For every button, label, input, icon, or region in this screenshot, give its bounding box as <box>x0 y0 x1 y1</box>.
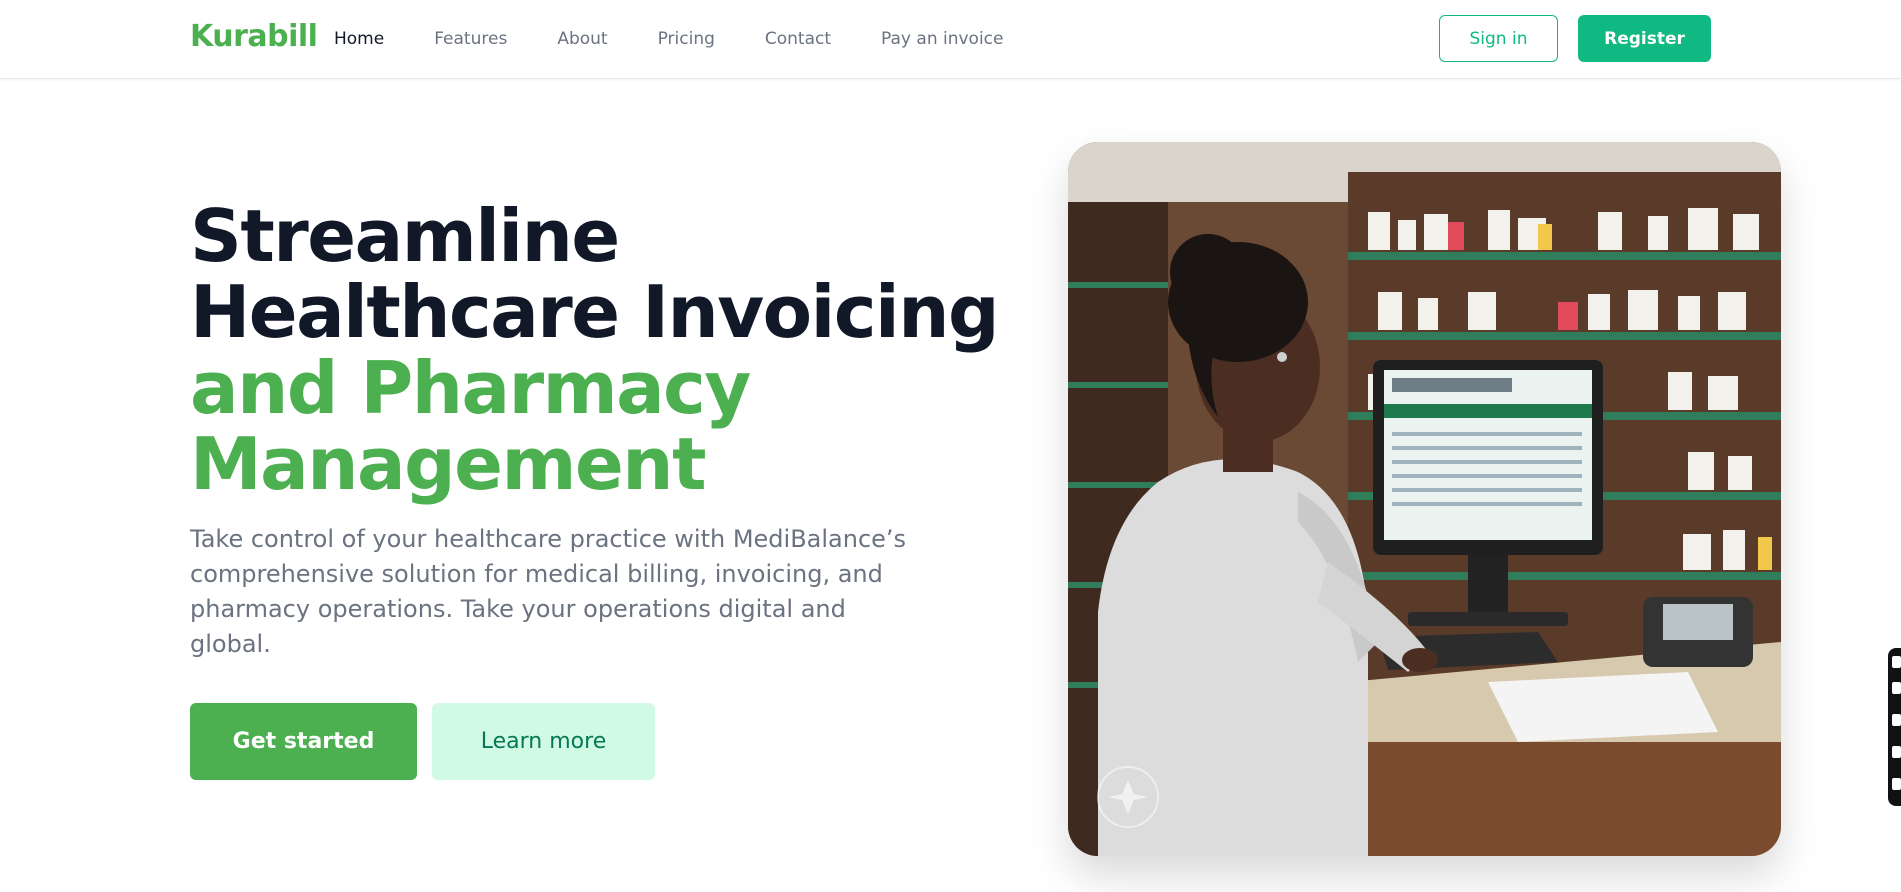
main-nav: Home Features About Pricing Contact Pay … <box>334 29 1003 49</box>
nav-link-pricing[interactable]: Pricing <box>658 29 715 49</box>
register-button[interactable]: Register <box>1578 15 1711 62</box>
hero-title: Streamline Healthcare Invoicing and Phar… <box>190 194 999 506</box>
pharmacist-at-computer-photo <box>1068 142 1781 856</box>
hero-title-line4: Management <box>190 422 706 506</box>
hero-title-line1: Streamline <box>190 194 620 278</box>
brand-logo[interactable]: Kurabill <box>190 19 318 54</box>
widget-settings-icon[interactable] <box>1892 656 1901 668</box>
nav-link-contact[interactable]: Contact <box>765 29 831 49</box>
learn-more-button[interactable]: Learn more <box>432 703 655 780</box>
feedback-side-widget[interactable] <box>1888 648 1901 806</box>
widget-close-icon[interactable] <box>1892 778 1901 790</box>
nav-link-about[interactable]: About <box>557 29 607 49</box>
sign-in-button[interactable]: Sign in <box>1439 15 1558 62</box>
hero-title-line3: and Pharmacy <box>190 346 751 430</box>
nav-link-home[interactable]: Home <box>334 29 384 49</box>
widget-copy-icon[interactable] <box>1892 746 1901 758</box>
nav-link-pay-invoice[interactable]: Pay an invoice <box>881 29 1003 49</box>
hero-title-line2: Healthcare Invoicing <box>190 270 999 354</box>
nav-link-features[interactable]: Features <box>434 29 507 49</box>
navbar: Kurabill Home Features About Pricing Con… <box>0 0 1901 79</box>
get-started-button[interactable]: Get started <box>190 703 417 780</box>
hero-description: Take control of your healthcare practice… <box>190 525 907 658</box>
widget-square-icon[interactable] <box>1892 714 1901 726</box>
widget-chat-icon[interactable] <box>1892 682 1901 694</box>
